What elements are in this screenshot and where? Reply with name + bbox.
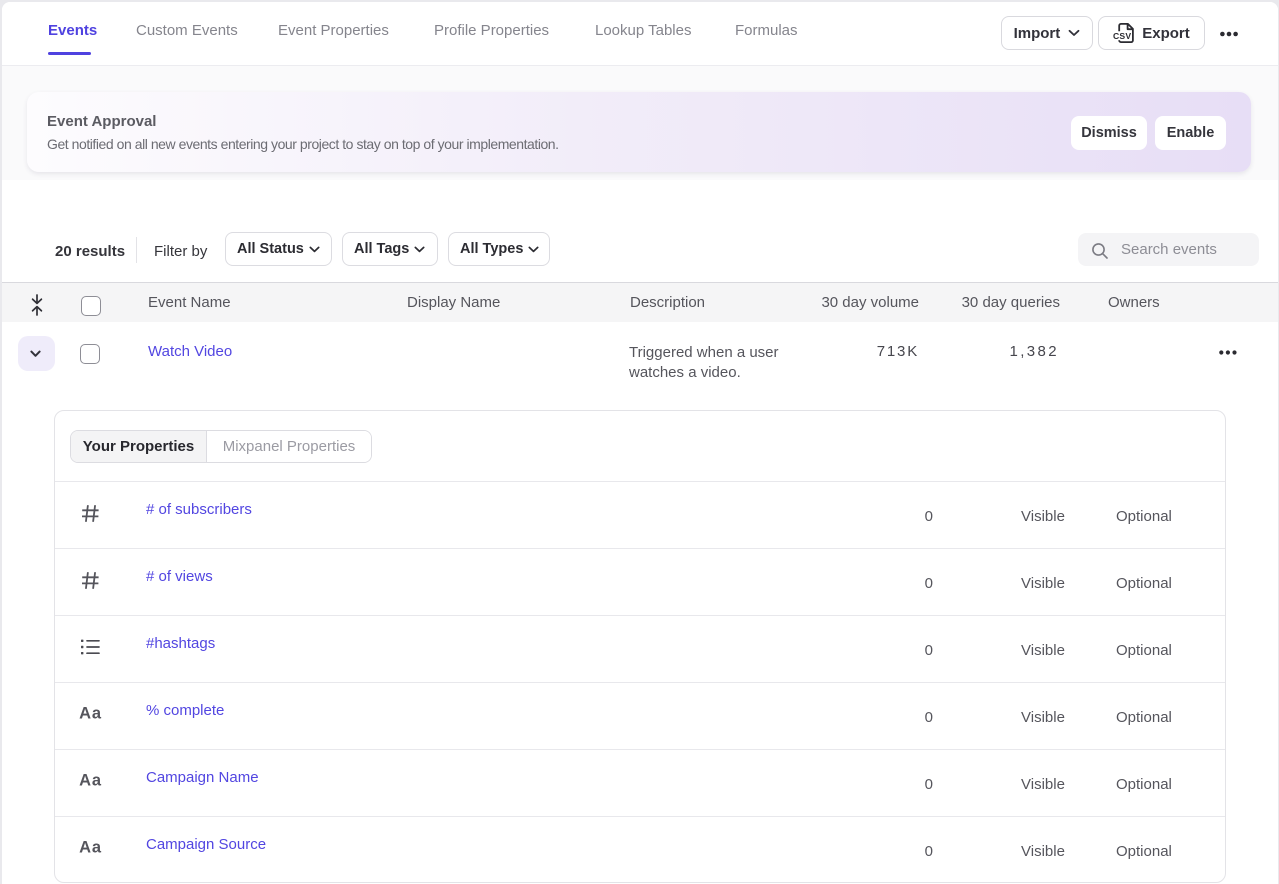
svg-text:CSV: CSV bbox=[1113, 31, 1131, 41]
